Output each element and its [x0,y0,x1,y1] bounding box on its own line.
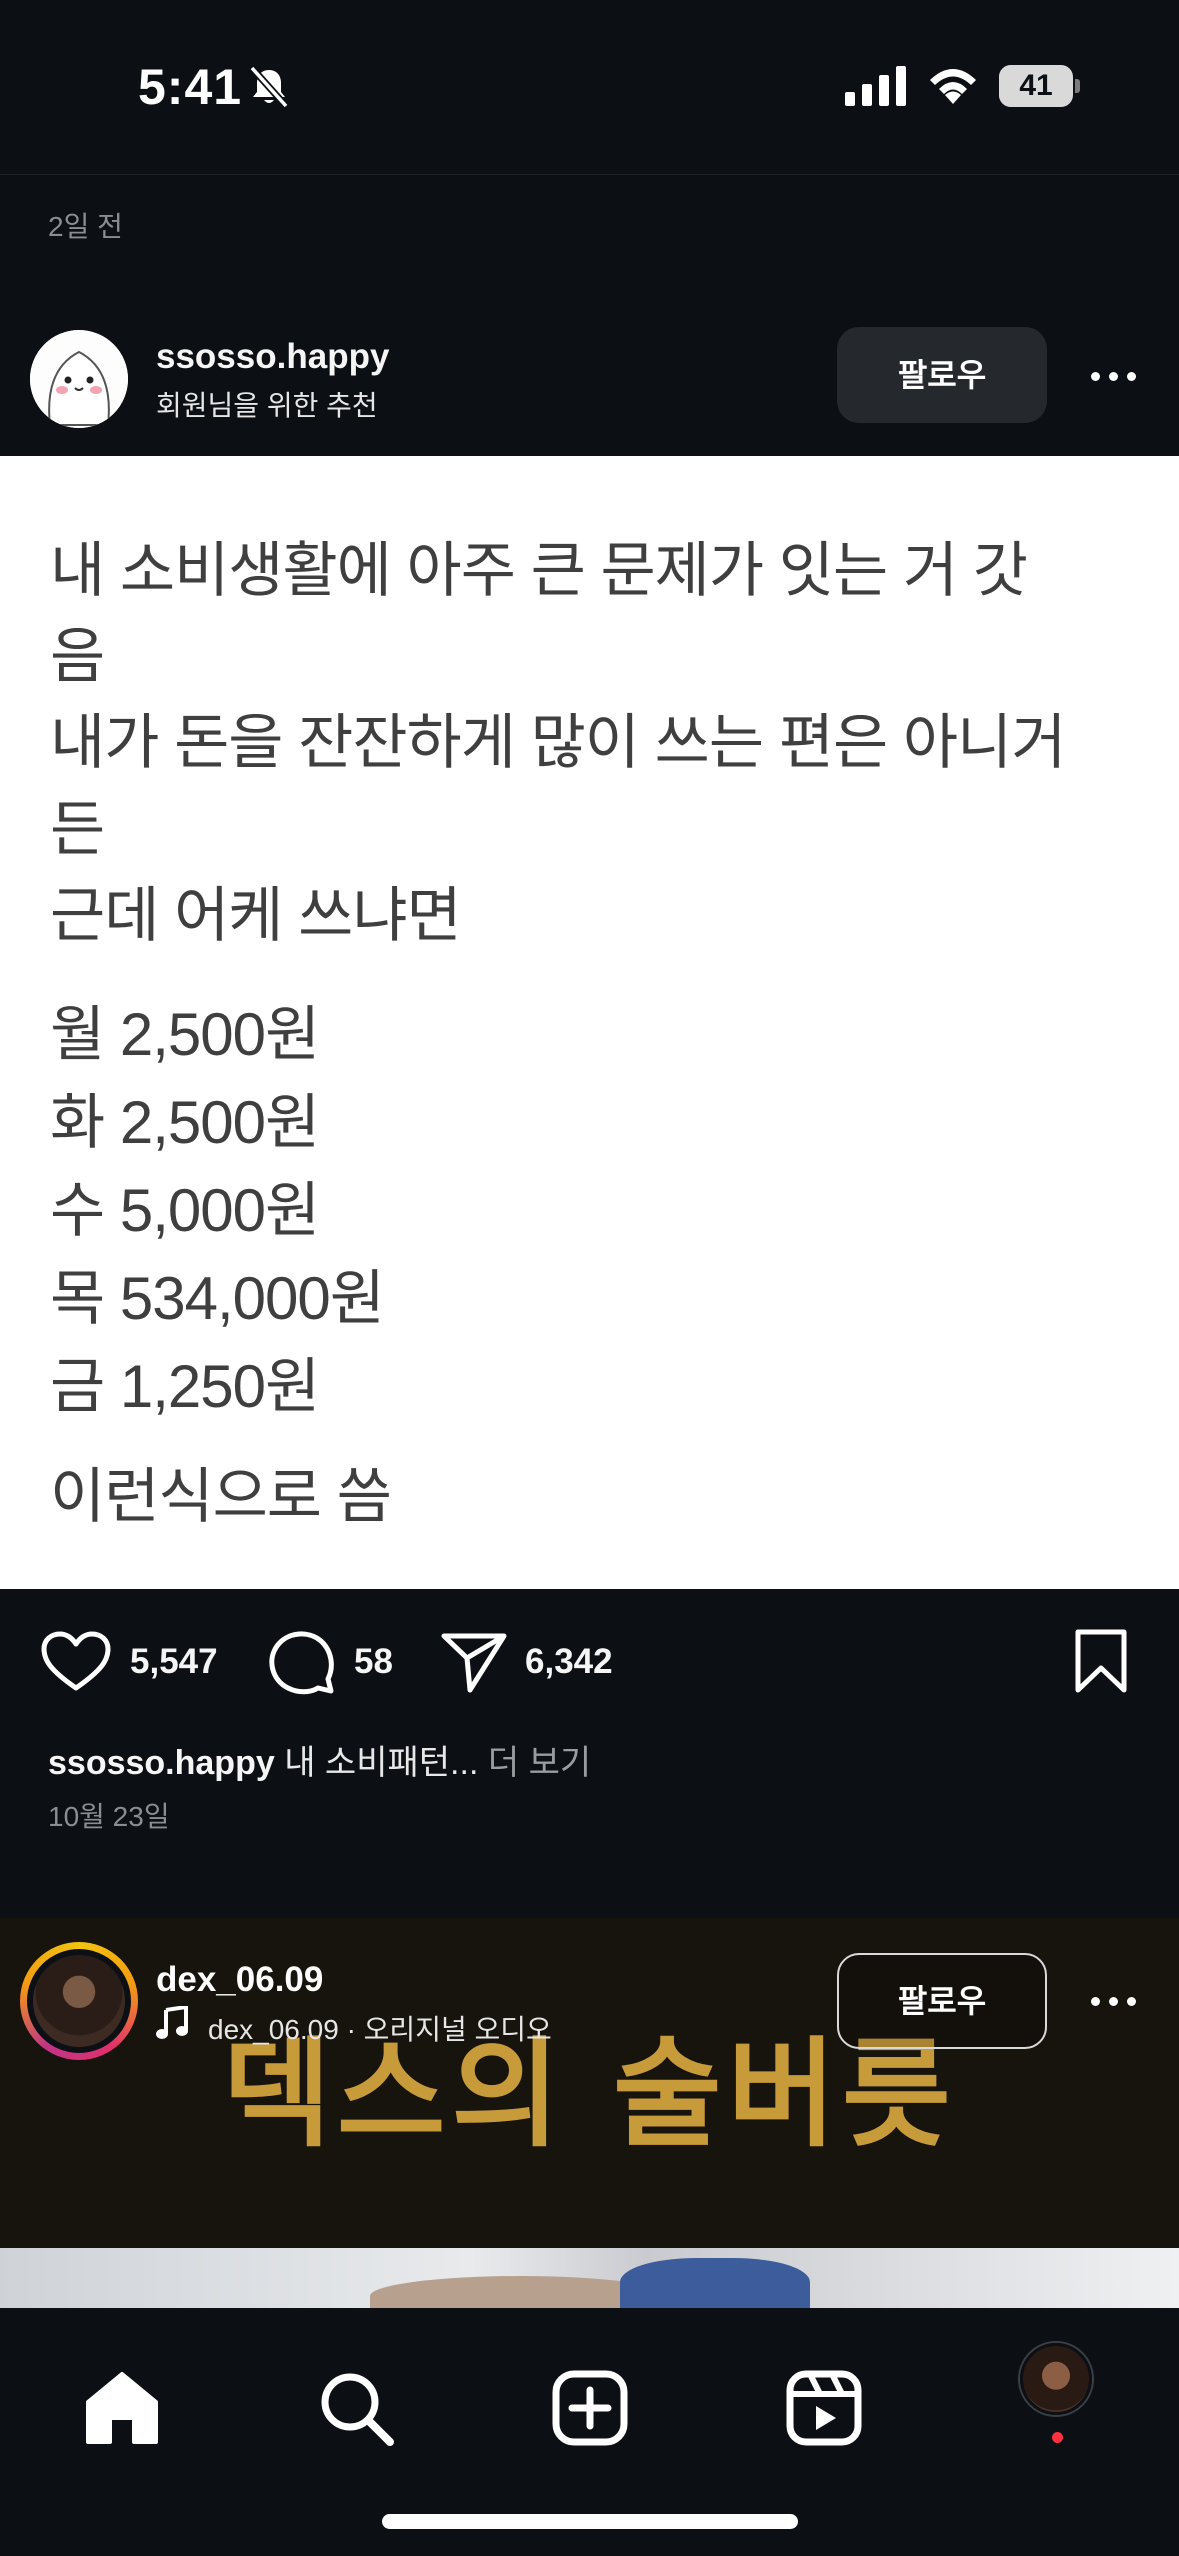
wifi-icon [930,69,976,104]
post-text-line: 이런식으로 씀 [50,1463,392,1530]
post-text-line: 화 2,500원 [50,1089,320,1156]
post-text-line: 든 [50,796,105,863]
post-image[interactable]: 내 소비생활에 아주 큰 문제가 잇는 거 갓 음 내가 돈을 잔잔하게 많이 … [0,456,1179,1589]
reel-photo-shape [620,2258,810,2308]
post-username[interactable]: ssosso.happy [156,337,389,377]
post-caption: ssosso.happy 내 소비패턴... 더 보기 [48,1735,591,1784]
caption-more-link[interactable]: 더 보기 [488,1744,591,1782]
heart-icon[interactable] [40,1630,112,1694]
notification-dot [1052,2432,1063,2443]
like-count[interactable]: 5,547 [130,1642,218,1682]
audio-label[interactable]: dex_06.09 · 오리지널 오디오 [208,2008,552,2048]
post-date: 10월 23일 [48,1801,170,1832]
music-note-icon [156,2006,188,2039]
follow-button[interactable]: 팔로우 [837,1953,1047,2049]
more-options-icon[interactable] [1087,350,1141,400]
reels-icon[interactable] [784,2368,864,2448]
home-indicator[interactable] [382,2514,798,2529]
character-avatar-icon [30,330,128,428]
battery-body: 41 [999,65,1073,107]
post-text-line: 수 5,000원 [50,1177,320,1244]
search-icon[interactable] [316,2368,396,2448]
previous-post-time: 2일 전 [48,211,123,242]
status-time: 5:41 [138,59,243,115]
battery-percent: 41 [1019,69,1053,102]
bookmark-icon[interactable] [1073,1628,1129,1694]
cellular-signal-icon [845,66,906,106]
share-count[interactable]: 6,342 [525,1642,613,1682]
bell-off-icon [249,65,289,109]
avatar[interactable] [33,1955,125,2047]
post-text-line: 목 534,000원 [50,1265,385,1332]
battery-cap [1075,79,1080,93]
more-options-icon[interactable] [1087,1975,1141,2025]
comment-count[interactable]: 58 [354,1642,393,1682]
post-text-line: 금 1,250원 [50,1353,320,1420]
comment-icon[interactable] [268,1629,336,1695]
caption-username[interactable]: ssosso.happy [48,1744,275,1782]
caption-text: 내 소비패턴... [284,1744,479,1782]
divider [0,174,1179,175]
post-username[interactable]: dex_06.09 [156,1960,323,2000]
profile-avatar[interactable] [1020,2343,1092,2415]
post-text-line: 월 2,500원 [50,1001,320,1068]
share-icon[interactable] [440,1630,508,1694]
follow-button[interactable]: 팔로우 [837,327,1047,423]
post-text-line: 내가 돈을 잔잔하게 많이 쓰는 편은 아니거 [50,709,1066,776]
status-bar: 5:41 41 [0,0,1179,175]
reel-photo-strip [0,2248,1179,2308]
home-icon[interactable] [82,2368,162,2448]
post-subtitle: 회원님을 위한 추천 [156,390,378,421]
battery-indicator: 41 [999,65,1080,107]
post-text-line: 음 [50,623,105,690]
post-text-line: 내 소비생활에 아주 큰 문제가 잇는 거 갓 [50,537,1028,604]
post-text-line: 근데 어케 쓰냐면 [50,882,462,949]
create-icon[interactable] [550,2368,630,2448]
avatar[interactable] [30,330,128,428]
